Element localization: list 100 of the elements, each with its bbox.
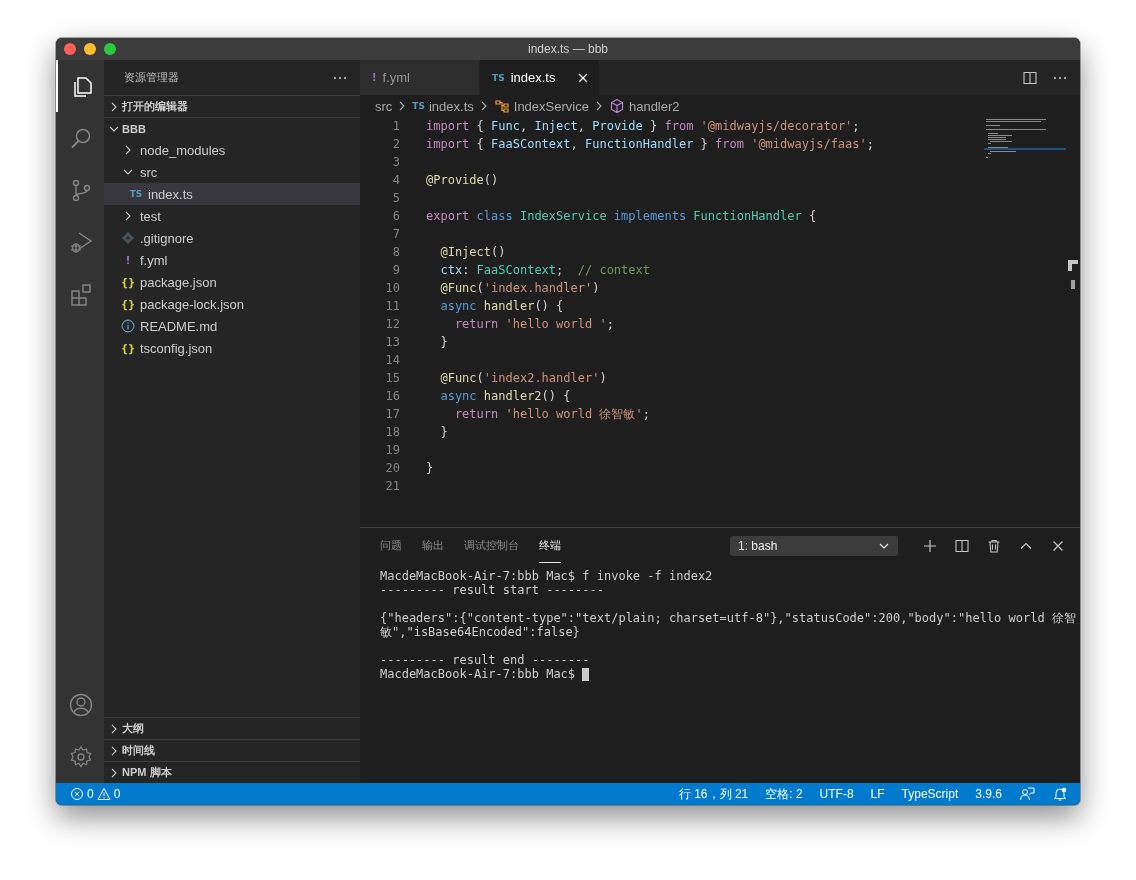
breadcrumb[interactable]: IndexService	[493, 98, 589, 114]
code-line: }	[439, 334, 449, 351]
line-number: 9	[391, 262, 400, 279]
trash-icon[interactable]	[986, 537, 1002, 554]
line-number: 8	[391, 244, 400, 261]
cube-icon	[608, 98, 625, 114]
line-number: 1	[391, 118, 400, 135]
blocks-icon[interactable]	[69, 282, 93, 306]
line-number: 6	[391, 208, 400, 225]
line-number: 12	[384, 316, 400, 333]
panel-tab[interactable]: 问题	[380, 528, 402, 563]
code-line: return 'hello world ';	[453, 316, 615, 333]
section-header[interactable]: 大纲	[104, 717, 360, 739]
diamond-icon	[121, 231, 135, 245]
breadcrumb[interactable]: TS index.ts	[412, 98, 474, 114]
status-item[interactable]: 空格: 2	[765, 785, 803, 803]
status-item[interactable]: 3.9.6	[975, 787, 1002, 801]
play-bug-icon[interactable]	[69, 230, 93, 254]
braces-icon: {}	[120, 298, 136, 310]
section-header[interactable]: BBB	[104, 117, 360, 139]
code-line: export class IndexService implements FunctionHandler {	[426, 208, 818, 225]
line-number: 19	[384, 442, 400, 459]
line-number: 4	[391, 172, 400, 189]
close-window-icon[interactable]	[64, 43, 76, 55]
tree-item[interactable]: {} package.json	[104, 271, 360, 293]
terminal-cursor	[582, 667, 590, 681]
exclamation-icon: !	[372, 72, 377, 83]
search-icon[interactable]	[69, 126, 93, 150]
typescript-icon: TS	[492, 72, 505, 83]
tree-item[interactable]: {} package-lock.json	[104, 293, 360, 315]
line-number: 18	[384, 424, 400, 441]
split-editor-icon[interactable]	[1022, 69, 1038, 86]
typescript-icon: TS	[129, 189, 143, 199]
tree-item[interactable]: .gitignore	[104, 227, 360, 249]
code-line: @Inject()	[439, 244, 507, 261]
window-title: index.ts — bbb	[527, 42, 608, 56]
class-icon	[493, 98, 510, 114]
close-icon[interactable]	[577, 71, 589, 84]
breadcrumb[interactable]: src	[375, 98, 393, 114]
code-line: }	[439, 424, 449, 441]
line-number: 11	[384, 298, 400, 315]
info-icon	[121, 319, 135, 333]
panel-title: 资源管理器	[124, 70, 179, 85]
line-number: 2	[391, 136, 400, 153]
line-number: 5	[391, 190, 400, 207]
panel-tab[interactable]: 输出	[422, 528, 444, 563]
minimize-window-icon[interactable]	[84, 43, 96, 55]
tree-item[interactable]: {} tsconfig.json	[104, 337, 360, 359]
terminal-line: --------- result end --------	[380, 653, 590, 667]
exclamation-icon: !	[125, 254, 131, 266]
tree-item[interactable]: src	[104, 161, 360, 183]
line-number: 3	[391, 154, 400, 171]
plus-icon[interactable]	[922, 537, 938, 554]
account-icon[interactable]	[69, 693, 93, 717]
code-line: @Func('index.handler')	[439, 280, 601, 297]
status-item[interactable]: TypeScript	[901, 787, 959, 801]
line-number: 21	[384, 478, 400, 495]
braces-icon: {}	[120, 342, 136, 354]
tree-item[interactable]: ! f.yml	[104, 249, 360, 271]
warning-icon[interactable]	[96, 787, 111, 801]
terminal-dropdown[interactable]: 1: bash	[730, 535, 898, 556]
bell-icon[interactable]	[1052, 786, 1068, 802]
section-header[interactable]: 打开的编辑器	[104, 95, 360, 117]
code-line: ctx: FaaSContext; // context	[439, 262, 651, 279]
warning-count[interactable]: 0	[113, 787, 121, 801]
status-item[interactable]: 行 16，列 21	[678, 785, 749, 803]
line-number: 15	[384, 370, 400, 387]
line-number: 13	[384, 334, 400, 351]
line-number: 14	[384, 352, 400, 369]
split-icon[interactable]	[954, 537, 970, 554]
code-line: import { FaaSContext, FunctionHandler } from '@midwayjs/faas';	[426, 136, 875, 153]
code-line: import { Func, Inject, Provide } from '@midwayjs/decorator';	[426, 118, 861, 135]
terminal-line: {"headers":{"content-type":"text/plain; charset=utf-8"},"statusCode":200,"body":"hello world 徐智	[380, 611, 1076, 625]
editor-tab[interactable]: ! f.yml	[360, 60, 480, 95]
code-line: return 'hello world 徐智敏';	[453, 406, 651, 423]
code-line: }	[426, 460, 435, 477]
code-line: @Provide()	[426, 172, 500, 189]
code-line: @Func('index2.handler')	[439, 370, 608, 387]
typescript-icon: TS	[412, 101, 425, 111]
line-number: 20	[384, 460, 400, 477]
tree-item[interactable]: node_modules	[104, 139, 360, 161]
feedback-icon[interactable]	[1019, 786, 1035, 802]
error-icon[interactable]	[70, 787, 84, 801]
terminal-line: --------- result start --------	[380, 583, 604, 597]
panel-tab[interactable]: 调试控制台	[464, 528, 519, 563]
panel-tab[interactable]: 终端	[539, 528, 561, 563]
terminal-line: MacdeMacBook-Air-7:bbb Mac$ f invoke -f index2	[380, 569, 713, 583]
status-item[interactable]: UTF-8	[819, 787, 854, 801]
error-count[interactable]: 0	[87, 787, 94, 801]
tree-item[interactable]: TS index.ts	[104, 183, 360, 205]
line-number: 17	[384, 406, 400, 423]
tree-item[interactable]: README.md	[104, 315, 360, 337]
editor-tab[interactable]: TS index.ts	[480, 60, 600, 95]
status-item[interactable]: LF	[870, 787, 885, 801]
section-header[interactable]: 时间线	[104, 739, 360, 761]
tree-item[interactable]: test	[104, 205, 360, 227]
settings-icon[interactable]	[69, 745, 93, 769]
breadcrumb[interactable]: handler2	[608, 98, 680, 114]
zoom-window-icon[interactable]	[104, 43, 116, 55]
line-number: 16	[384, 388, 400, 405]
